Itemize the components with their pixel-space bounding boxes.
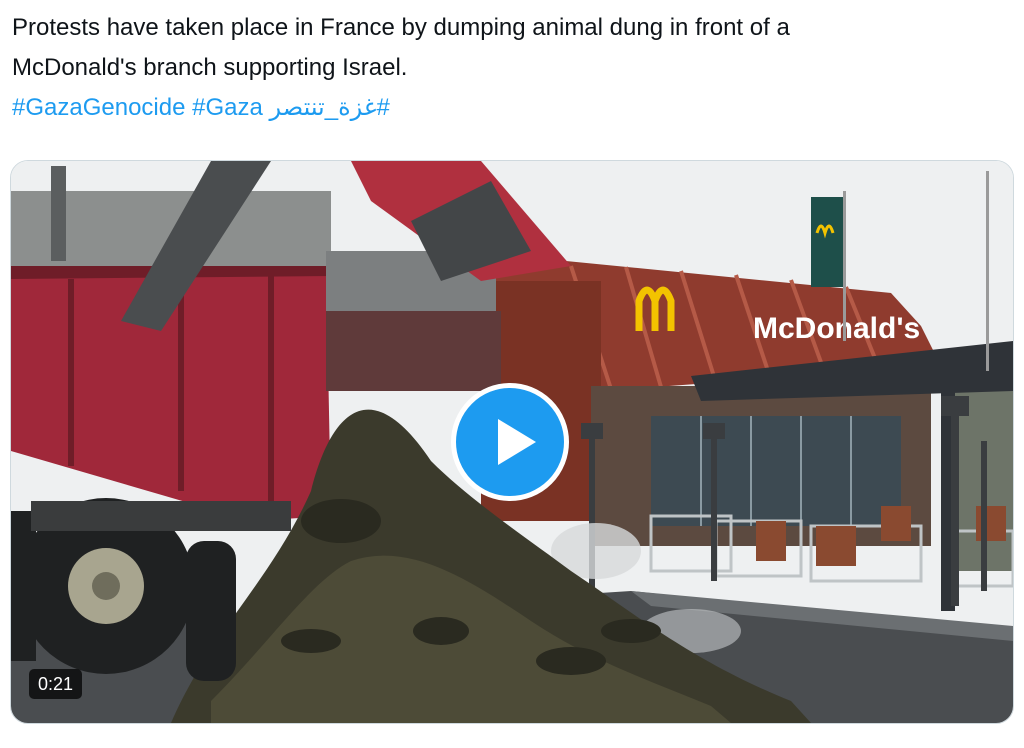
play-icon: [498, 419, 536, 465]
hashtag-gazagenocide-link[interactable]: #GazaGenocide: [12, 94, 185, 121]
mcdonalds-sign: McDonald's: [753, 312, 920, 345]
tweet-text-line-2: McDonald's branch supporting Israel.: [12, 54, 408, 81]
play-button[interactable]: [451, 383, 569, 501]
tweet-text: Protests have taken place in France by d…: [12, 8, 1012, 128]
hashtag-row: #GazaGenocide #Gaza #غزة_تنتصر: [12, 88, 1012, 128]
video-duration-badge: 0:21: [29, 669, 83, 699]
video-player[interactable]: McDonald's 0:21: [10, 160, 1014, 724]
hashtag-arabic-link[interactable]: #غزة_تنتصر: [270, 94, 390, 121]
tweet-text-line-1: Protests have taken place in France by d…: [12, 14, 790, 41]
hashtag-gaza-link[interactable]: #Gaza: [192, 94, 263, 121]
